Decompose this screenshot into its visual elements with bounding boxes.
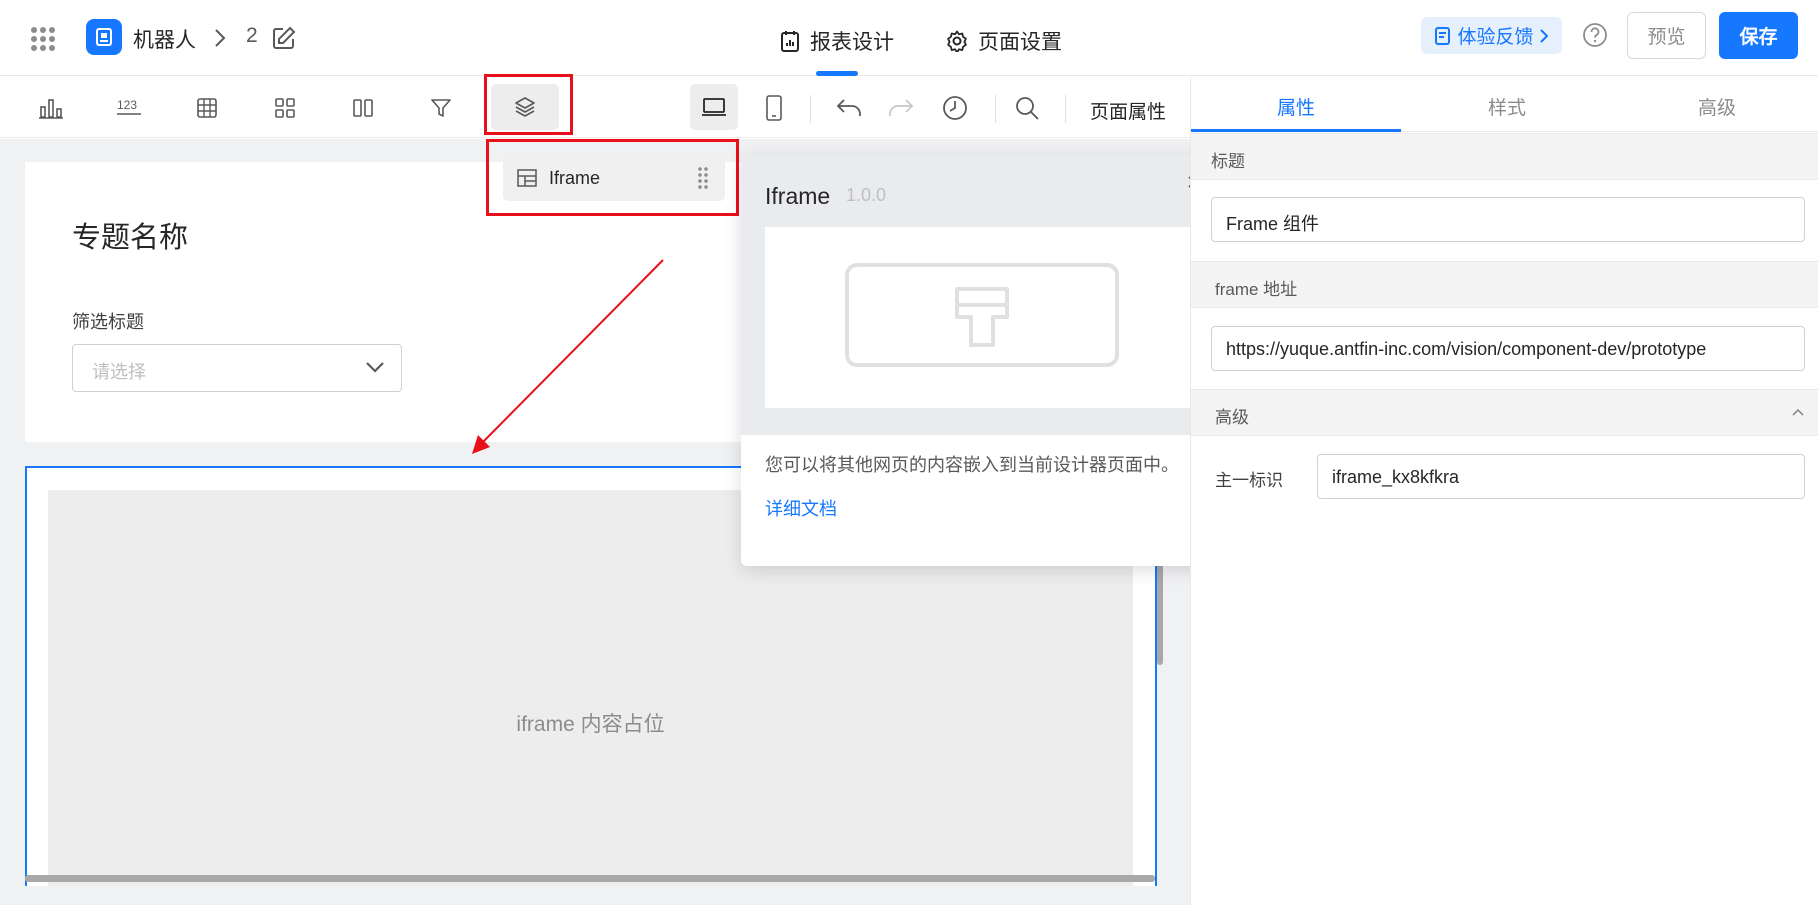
chevron-right-icon <box>213 28 227 48</box>
redo-icon[interactable] <box>884 91 918 125</box>
page-properties-button[interactable]: 页面属性 <box>1090 97 1166 124</box>
tab-styles[interactable]: 样式 <box>1488 93 1526 120</box>
feedback-icon <box>1434 26 1452 46</box>
popover-version: 1.0.0 <box>846 185 887 205</box>
tab-report-design-label: 报表设计 <box>810 31 894 54</box>
section-advanced[interactable]: 高级 <box>1191 389 1818 436</box>
active-tab-indicator <box>1191 129 1401 132</box>
component-preview-image <box>765 227 1198 408</box>
tab-properties[interactable]: 属性 <box>1277 93 1315 120</box>
app-name[interactable]: 机器人 <box>133 24 196 54</box>
section-url: frame 地址 <box>1191 261 1818 308</box>
tab-advanced[interactable]: 高级 <box>1698 93 1736 120</box>
filter-icon[interactable] <box>424 91 458 125</box>
grid-icon[interactable] <box>268 91 302 125</box>
bar-chart-icon[interactable] <box>34 91 68 125</box>
filter-label: 筛选标题 <box>72 312 144 332</box>
app-logo-icon <box>86 19 122 55</box>
toolbar-divider <box>810 95 811 123</box>
chevron-down-icon <box>365 360 385 374</box>
horizontal-scrollbar[interactable] <box>25 875 1155 882</box>
title-section-label: 标题 <box>1211 152 1245 171</box>
highlight-box-layers <box>484 74 573 135</box>
top-header: 机器人 2 报表设计 页面设置 体验反馈 预览 保存 <box>0 0 1818 76</box>
toolbar-divider <box>1065 95 1066 123</box>
url-input[interactable]: https://yuque.antfin-inc.com/vision/comp… <box>1211 326 1805 371</box>
highlight-box-iframe-item <box>486 139 739 216</box>
toolbar-divider <box>995 95 996 123</box>
mobile-icon[interactable] <box>757 91 791 125</box>
save-button[interactable]: 保存 <box>1719 12 1798 59</box>
edit-icon[interactable] <box>272 26 296 50</box>
history-icon[interactable] <box>938 91 972 125</box>
columns-icon[interactable] <box>346 91 380 125</box>
chevron-right-icon <box>1539 28 1549 44</box>
svg-text:123: 123 <box>117 98 137 112</box>
help-icon[interactable] <box>1582 22 1608 48</box>
unique-id-input[interactable]: iframe_kx8kfkra <box>1317 454 1805 499</box>
component-toolbar: 123 页面属性 <box>0 77 1190 138</box>
popover-header: Iframe 1.0.0 <box>741 155 1221 435</box>
title-input[interactable]: Frame 组件 <box>1211 197 1805 242</box>
preview-button[interactable]: 预览 <box>1627 12 1706 59</box>
section-title: 标题 <box>1191 133 1818 180</box>
component-info-popover: Iframe 1.0.0 您可以将其他网页的内容嵌入到当前设计器页面中。 详细文… <box>741 155 1221 566</box>
select-placeholder: 请选择 <box>92 362 146 382</box>
active-tab-indicator <box>816 71 858 76</box>
advanced-section-label: 高级 <box>1215 408 1249 427</box>
iframe-placeholder-text: iframe 内容占位 <box>516 713 665 736</box>
feedback-label: 体验反馈 <box>1457 27 1534 48</box>
unique-id-label: 主一标识 <box>1215 471 1283 490</box>
properties-panel: 属性 样式 高级 标题 Frame 组件 frame 地址 https://yu… <box>1190 77 1818 905</box>
feedback-button[interactable]: 体验反馈 <box>1421 17 1562 54</box>
tab-page-settings[interactable]: 页面设置 <box>946 26 1062 56</box>
number-icon[interactable]: 123 <box>112 91 146 125</box>
tab-report-design[interactable]: 报表设计 <box>780 26 894 56</box>
table-icon[interactable] <box>190 91 224 125</box>
desktop-icon[interactable] <box>690 84 738 130</box>
annotation-arrow <box>472 259 664 454</box>
filter-select[interactable]: 请选择 <box>72 344 402 392</box>
popover-title: Iframe <box>765 183 831 209</box>
popover-description: 您可以将其他网页的内容嵌入到当前设计器页面中。 <box>765 455 1179 475</box>
app-grid-icon[interactable] <box>30 26 56 52</box>
report-icon <box>780 30 800 52</box>
undo-icon[interactable] <box>832 91 866 125</box>
tab-page-settings-label: 页面设置 <box>978 31 1062 54</box>
page-number: 2 <box>246 24 258 47</box>
vertical-scrollbar[interactable] <box>1157 560 1163 665</box>
gear-icon <box>946 30 968 52</box>
topic-title[interactable]: 专题名称 <box>72 214 188 256</box>
search-icon[interactable] <box>1010 91 1044 125</box>
chevron-up-icon[interactable] <box>1791 407 1805 417</box>
docs-link[interactable]: 详细文档 <box>765 495 837 521</box>
url-section-label: frame 地址 <box>1215 280 1298 299</box>
